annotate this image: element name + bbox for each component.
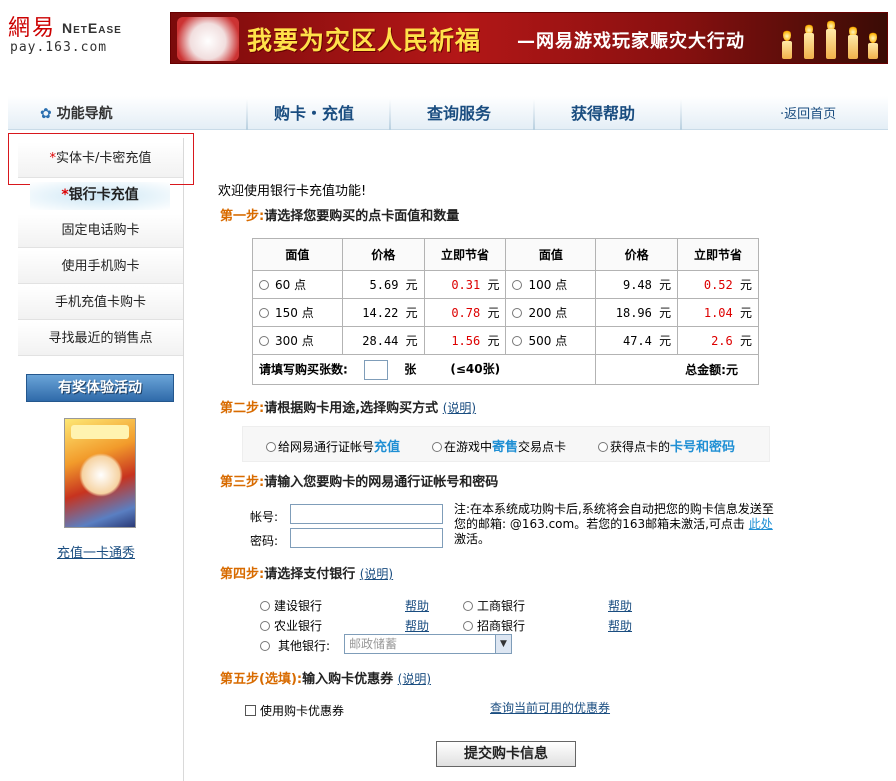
table-row: 150 点 14.22 元 0.78 元 200 点 18.96 元 1.04 … <box>252 298 759 327</box>
tab-query-service[interactable]: 查询服务 <box>427 100 491 128</box>
submit-button[interactable]: 提交购卡信息 <box>436 741 576 767</box>
help-link-cmb[interactable]: 帮助 <box>608 617 632 634</box>
promo-button[interactable]: 有奖体验活动 <box>26 374 174 402</box>
home-link[interactable]: ·返回首页 <box>780 103 836 122</box>
bank-other[interactable]: 其他银行: <box>260 637 330 654</box>
radio-button[interactable] <box>260 621 270 631</box>
step5-heading: 第五步(选填):输入购卡优惠券 (说明) <box>220 672 432 687</box>
step2-heading: 第二步:请根据购卡用途,选择购买方式 (说明) <box>220 401 477 416</box>
sidebar-item-landline[interactable]: 固定电话购卡 <box>18 214 183 248</box>
chevron-down-icon[interactable]: ▼ <box>495 635 511 653</box>
logo-url: pay.163.com <box>10 40 108 55</box>
quantity-label: 请填写购买张数: <box>259 362 348 376</box>
method-consign[interactable]: 在游戏中寄售交易点卡 <box>432 436 566 455</box>
table-row: 300 点 28.44 元 1.56 元 500 点 47.4 元 2.6 元 <box>252 326 759 355</box>
sidebar-item-mobile[interactable]: 使用手机购卡 <box>18 250 183 284</box>
radio-button[interactable] <box>512 280 523 290</box>
logo-chinese: 網易 <box>8 16 57 41</box>
nav-guide-label: 功能导航 <box>56 106 113 122</box>
sidebar-item-label: 银行卡充值 <box>68 187 139 203</box>
step5-help-link[interactable]: (说明) <box>398 672 431 686</box>
tab-get-help[interactable]: 获得帮助 <box>571 100 635 128</box>
bank-icbc[interactable]: 工商银行 <box>463 597 525 614</box>
welcome-text: 欢迎使用银行卡充值功能! <box>218 184 367 199</box>
sidebar-item-bank-card[interactable]: *银行卡充值 <box>30 182 170 210</box>
required-star: * <box>61 187 69 203</box>
activate-link[interactable]: 此处 <box>749 517 773 531</box>
step4-help-link[interactable]: (说明) <box>360 567 393 581</box>
radio-button[interactable] <box>259 280 269 290</box>
sidebar-item-mobile-card[interactable]: 手机充值卡购卡 <box>18 286 183 320</box>
radio-button[interactable] <box>260 641 270 651</box>
note-text: 注:在本系统成功购卡后,系统将会自动把您的购卡信息发送至您的邮箱: @163.c… <box>454 502 774 546</box>
radio-button[interactable] <box>266 442 276 452</box>
option-60[interactable]: 60 点 <box>252 270 343 299</box>
sidebar-item-find-store[interactable]: 寻找最近的销售点 <box>18 322 183 356</box>
radio-button[interactable] <box>259 336 269 346</box>
method-card-password[interactable]: 获得点卡的卡号和密码 <box>598 436 735 455</box>
step2-help-link[interactable]: (说明) <box>443 401 476 415</box>
gear-icon: ✿ <box>40 106 52 122</box>
logo-english: NetEase <box>62 20 122 36</box>
game-card-image[interactable] <box>64 418 136 528</box>
password-input[interactable] <box>290 528 443 548</box>
coupon-checkbox[interactable] <box>245 705 256 716</box>
banner-subtitle: —网易游戏玩家赈灾大行动 <box>517 31 745 52</box>
selected-bank: 邮政储蓄 <box>349 637 398 651</box>
tab-buy-recharge[interactable]: 购卡・充值 <box>274 100 354 128</box>
charity-banner[interactable]: 我要为灾区人民祈福 —网易游戏玩家赈灾大行动 <box>170 12 888 64</box>
option-150[interactable]: 150 点 <box>252 298 343 327</box>
account-input[interactable] <box>290 504 443 524</box>
help-link-ccb[interactable]: 帮助 <box>405 597 429 614</box>
option-100[interactable]: 100 点 <box>505 270 597 299</box>
candles-icon <box>771 13 881 63</box>
radio-button[interactable] <box>598 442 608 452</box>
highlight-box <box>8 133 194 185</box>
help-link-abc[interactable]: 帮助 <box>405 617 429 634</box>
quantity-input[interactable] <box>364 359 388 380</box>
bank-ccb[interactable]: 建设银行 <box>260 597 322 614</box>
radio-button[interactable] <box>512 336 523 346</box>
banner-title: 我要为灾区人民祈福 <box>247 26 482 55</box>
table-header-row: 面值 价格 立即节省 面值 价格 立即节省 <box>252 238 759 271</box>
option-500[interactable]: 500 点 <box>505 326 597 355</box>
nav-guide: ✿ 功能导航 <box>40 103 113 123</box>
step1-heading: 第一步:请选择您要购买的点卡面值和数量 <box>220 209 460 224</box>
step3-heading: 第三步:请输入您要购卡的网易通行证帐号和密码 <box>220 475 499 490</box>
coupon-checkbox-row[interactable]: 使用购卡优惠券 <box>245 702 344 719</box>
table-row: 60 点 5.69 元 0.31 元 100 点 9.48 元 0.52 元 <box>252 270 759 299</box>
other-bank-select[interactable]: 邮政储蓄 ▼ <box>344 634 512 654</box>
option-300[interactable]: 300 点 <box>252 326 343 355</box>
radio-button[interactable] <box>463 601 473 611</box>
quantity-limit: (≤40张) <box>450 362 501 376</box>
option-200[interactable]: 200 点 <box>505 298 597 327</box>
password-label: 密码: <box>250 534 279 548</box>
account-label: 帐号: <box>250 510 279 524</box>
radio-button[interactable] <box>463 621 473 631</box>
radio-button[interactable] <box>260 601 270 611</box>
radio-button[interactable] <box>259 308 269 318</box>
step4-heading: 第四步:请选择支付银行 (说明) <box>220 567 394 582</box>
bank-cmb[interactable]: 招商银行 <box>463 617 525 634</box>
query-coupon-link[interactable]: 查询当前可用的优惠券 <box>490 699 610 716</box>
total-label: 总金额: <box>685 363 726 377</box>
radio-button[interactable] <box>432 442 442 452</box>
radio-button[interactable] <box>512 308 523 318</box>
method-recharge[interactable]: 给网易通行证帐号充值 <box>266 436 400 455</box>
price-table: 面值 价格 立即节省 面值 价格 立即节省 60 点 5.69 元 0.31 元… <box>251 238 759 385</box>
quantity-row: 请填写购买张数: 张 (≤40张) 总金额:元 <box>251 354 759 385</box>
coupon-label: 使用购卡优惠券 <box>260 704 345 718</box>
help-link-icbc[interactable]: 帮助 <box>608 597 632 614</box>
bank-abc[interactable]: 农业银行 <box>260 617 322 634</box>
heart-puzzle-icon <box>177 17 239 61</box>
promo-link[interactable]: 充值一卡通秀 <box>57 542 135 561</box>
